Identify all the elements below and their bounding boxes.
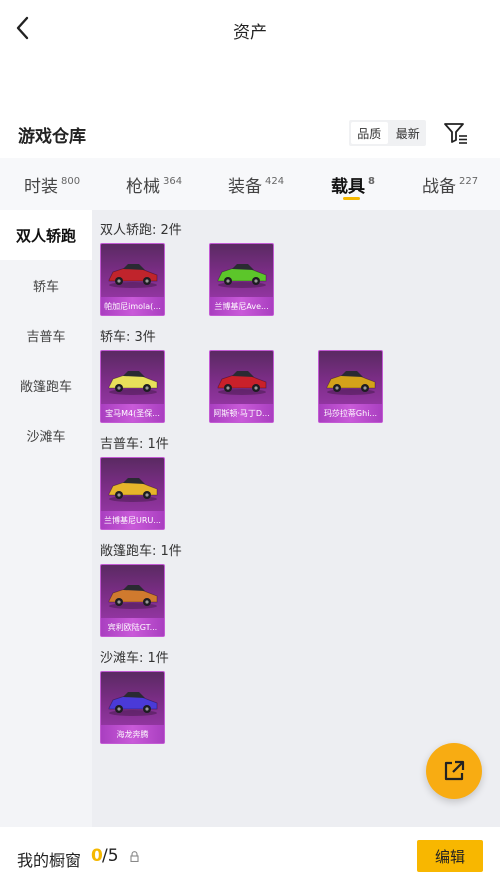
share-icon (444, 760, 465, 781)
tab-label: 枪械 (126, 177, 160, 197)
assets-page: 资产 游戏仓库 品质 最新 时装 800 枪械 364 装备 424 载具 8 战备 22… (0, 0, 500, 885)
vehicle-name: 阿斯顿·马丁D... (213, 409, 270, 418)
vehicle-image (108, 264, 158, 288)
tab-count: 8 (368, 176, 375, 187)
vehicle-category-sidebar: 双人轿跑 轿车 吉普车 敞篷跑车 沙滩车 (0, 210, 92, 827)
vehicle-card[interactable]: 兰博基尼URU... (100, 457, 165, 530)
vehicle-name: 玛莎拉蒂Ghi... (323, 409, 378, 418)
vehicle-image (108, 478, 158, 502)
vehicle-card[interactable]: 宾利欧陆GT... (100, 564, 165, 637)
tab-count: 364 (163, 176, 183, 187)
tab-count: 800 (61, 176, 81, 187)
sidebar-item-sedan[interactable]: 轿车 (0, 260, 92, 310)
tab-vehicles[interactable]: 载具 8 (331, 172, 375, 197)
vehicle-name: 兰博基尼URU... (104, 516, 161, 525)
group-title-coupe: 双人轿跑: 2件 (100, 223, 182, 238)
vehicle-card[interactable]: 帕加尼imola(... (100, 243, 165, 316)
sort-latest-button[interactable]: 最新 (390, 120, 427, 146)
tab-label: 载具 (331, 177, 365, 197)
sidebar-item-convertible[interactable]: 敞篷跑车 (0, 360, 92, 410)
group-title-sedan: 轿车: 3件 (100, 330, 156, 345)
tab-count: 424 (265, 176, 285, 187)
tab-guns[interactable]: 枪械 364 (126, 172, 182, 197)
category-tabs: 时装 800 枪械 364 装备 424 载具 8 战备 227 (0, 158, 500, 210)
vehicle-image (217, 264, 267, 288)
tab-label: 战备 (422, 177, 456, 197)
vehicle-name: 宝马M4(圣保... (105, 409, 160, 418)
vehicle-image (217, 371, 267, 395)
tab-tactical[interactable]: 战备 227 (422, 172, 478, 197)
sidebar-item-beach-buggy[interactable]: 沙滩车 (0, 410, 92, 460)
edit-button[interactable]: 编辑 (417, 840, 483, 872)
page-title: 资产 (233, 23, 267, 43)
vehicle-card[interactable]: 宝马M4(圣保... (100, 350, 165, 423)
header: 资产 (0, 0, 500, 60)
vehicle-image (326, 371, 376, 395)
group-title-jeep: 吉普车: 1件 (100, 437, 169, 452)
tab-count: 227 (459, 176, 479, 187)
showcase-label: 我的橱窗 (17, 851, 82, 870)
vehicle-card[interactable]: 阿斯顿·马丁D... (209, 350, 274, 423)
tab-fashion[interactable]: 时装 800 (24, 172, 80, 197)
vehicle-name: 海龙奔腾 (116, 730, 149, 739)
vehicle-card[interactable]: 海龙奔腾 (100, 671, 165, 744)
filter-icon[interactable] (443, 121, 469, 145)
tab-label: 时装 (24, 177, 58, 197)
vehicle-name: 宾利欧陆GT... (107, 623, 158, 632)
active-tab-indicator (343, 197, 360, 200)
group-title-convertible: 敞篷跑车: 1件 (100, 544, 182, 559)
showcase-total-count: /5 (102, 846, 119, 866)
vehicle-image (108, 371, 158, 395)
vehicle-image (108, 585, 158, 609)
lock-icon (130, 851, 139, 862)
share-button[interactable] (426, 743, 482, 799)
tab-equipment[interactable]: 装备 424 (228, 172, 284, 197)
vehicle-name: 帕加尼imola(... (104, 302, 161, 311)
sort-toggle: 品质 最新 (349, 120, 426, 146)
tab-label: 装备 (228, 177, 262, 197)
vehicle-card[interactable]: 玛莎拉蒂Ghi... (318, 350, 383, 423)
vehicle-image (108, 692, 158, 716)
group-title-beach-buggy: 沙滩车: 1件 (100, 651, 169, 666)
vehicle-list: 双人轿跑: 2件 轿车: 3件 吉普车: 1件 敞篷跑车: 1件 沙滩车: 1件… (92, 210, 500, 827)
showcase-bar: 我的橱窗 0 /5 编辑 (0, 827, 500, 885)
vehicle-name: 兰博基尼Ave... (214, 302, 269, 311)
warehouse-title: 游戏仓库 (18, 127, 86, 147)
sidebar-item-coupe[interactable]: 双人轿跑 (0, 210, 92, 260)
sidebar-item-jeep[interactable]: 吉普车 (0, 310, 92, 360)
sort-quality-button[interactable]: 品质 (351, 122, 388, 144)
vehicle-card[interactable]: 兰博基尼Ave... (209, 243, 274, 316)
